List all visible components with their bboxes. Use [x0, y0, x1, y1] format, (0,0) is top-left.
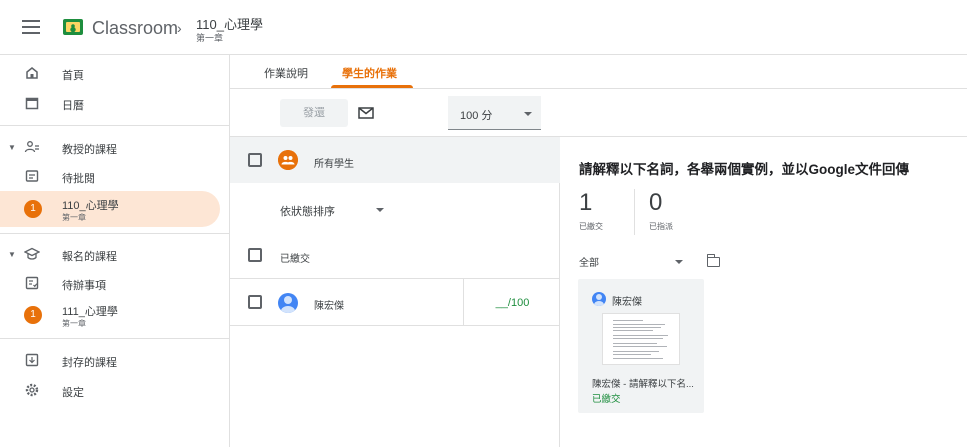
student-grade[interactable]: __/100	[464, 297, 561, 309]
classroom-logo-icon[interactable]	[63, 19, 83, 35]
chevron-down-icon[interactable]	[675, 260, 683, 264]
document-thumbnail[interactable]	[602, 313, 680, 365]
sidebar-item-course-111[interactable]: 1 111_心理學 第一章	[0, 297, 220, 333]
sort-by-status-dropdown[interactable]: 依狀態排序	[280, 203, 335, 219]
sidebar-item-to-review[interactable]: 待批閱	[0, 161, 220, 191]
sidebar-archived-label: 封存的課程	[62, 357, 117, 369]
sidebar-todo-label: 待辦事項	[62, 280, 106, 292]
tab-student-work[interactable]: 學生的作業	[342, 65, 397, 81]
sidebar-home-label: 首頁	[62, 70, 84, 82]
all-students-row[interactable]: 所有學生	[230, 137, 560, 183]
sidebar-item-settings[interactable]: 設定	[0, 375, 220, 405]
archive-icon	[25, 353, 39, 367]
card-status: 已繳交	[592, 394, 621, 405]
sidebar-item-calendar[interactable]: 日曆	[0, 88, 220, 118]
email-icon[interactable]	[356, 103, 376, 123]
sidebar-enrolled-label: 報名的課程	[62, 251, 117, 263]
student-row[interactable]: 陳宏傑 __/100	[230, 279, 560, 326]
active-tab-indicator	[331, 85, 413, 88]
todo-list-icon	[25, 276, 39, 290]
gear-icon	[25, 383, 39, 397]
stat-divider	[634, 189, 635, 235]
select-all-checkbox[interactable]	[248, 153, 262, 167]
card-student-name: 陳宏傑	[612, 297, 642, 308]
sidebar-item-home[interactable]: 首頁	[0, 58, 220, 88]
main-menu-icon[interactable]	[22, 20, 40, 34]
all-students-label: 所有學生	[314, 159, 354, 170]
tab-bar: 作業說明 學生的作業	[230, 55, 967, 89]
grade-cell[interactable]: __/100	[463, 279, 560, 325]
folder-icon[interactable]	[706, 254, 720, 267]
sidebar-to-review-label: 待批閱	[62, 173, 95, 185]
calendar-icon	[25, 97, 39, 110]
sidebar-course-title: 111_心理學	[62, 306, 118, 318]
people-icon	[24, 141, 39, 153]
assignment-title: 請解釋以下名詞，各舉兩個實例，並以Google文件回傳	[579, 162, 909, 177]
sidebar-item-archived[interactable]: 封存的課程	[0, 345, 220, 375]
sidebar-item-course-110[interactable]: 1 110_心理學 第一章	[0, 191, 220, 227]
sidebar-divider	[0, 125, 229, 126]
sidebar-course-title: 110_心理學	[62, 200, 119, 212]
sidebar-divider	[0, 338, 229, 339]
sidebar-course-subtitle: 第一章	[62, 319, 86, 328]
student-name: 陳宏傑	[314, 301, 344, 312]
section-turned-in-row: 已繳交	[230, 231, 560, 279]
brand-name[interactable]: Classroom	[92, 18, 178, 39]
sidebar-settings-label: 設定	[62, 387, 84, 399]
sort-row: 依狀態排序	[230, 183, 560, 231]
review-folder-icon	[25, 170, 39, 182]
tab-instructions[interactable]: 作業說明	[264, 65, 308, 81]
assigned-count: 0	[649, 189, 663, 216]
chevron-down-icon[interactable]	[376, 208, 384, 212]
sidebar-item-todo[interactable]: 待辦事項	[0, 268, 220, 298]
breadcrumb-separator: ›	[177, 20, 182, 36]
chevron-down-icon	[524, 112, 532, 116]
sidebar-divider	[0, 233, 229, 234]
sidebar-item-enrolled[interactable]: ▼ 報名的課程	[0, 239, 220, 269]
student-list: 所有學生 依狀態排序 已繳交 陳宏傑 __/100	[230, 137, 560, 447]
return-button[interactable]: 發還	[280, 99, 348, 127]
points-value: 100 分	[460, 110, 493, 122]
student-avatar	[592, 292, 606, 306]
sidebar-item-teaching[interactable]: ▼ 教授的課程	[0, 132, 220, 162]
section-checkbox[interactable]	[248, 248, 262, 262]
sidebar-teaching-label: 教授的課程	[62, 144, 117, 156]
assignment-detail-panel: 請解釋以下名詞，各舉兩個實例，並以Google文件回傳 1 已繳交 0 已指派 …	[561, 137, 967, 447]
group-icon	[278, 150, 298, 170]
student-checkbox[interactable]	[248, 295, 262, 309]
turned-in-label: 已繳交	[579, 222, 603, 231]
sidebar: 首頁 日曆 ▼ 教授的課程 待批閱 1 110_心理學 第一章 ▼ 報名的課程 …	[0, 55, 230, 447]
collapse-caret-icon[interactable]: ▼	[8, 143, 16, 152]
sidebar-course-subtitle: 第一章	[62, 213, 86, 222]
submission-card[interactable]: 陳宏傑 陳宏傑 - 請解釋以下名... 已繳交	[578, 279, 704, 413]
course-avatar: 1	[24, 200, 42, 218]
grading-toolbar: 發還 100 分	[230, 89, 967, 137]
turned-in-count: 1	[579, 189, 593, 216]
home-icon	[26, 67, 38, 79]
course-avatar: 1	[24, 306, 42, 324]
app-header: Classroom › 110_心理學 第一章	[0, 0, 967, 55]
breadcrumb-course-subtitle: 第一章	[196, 33, 224, 43]
card-file-name: 陳宏傑 - 請解釋以下名...	[592, 379, 694, 390]
collapse-caret-icon[interactable]: ▼	[8, 250, 16, 259]
sidebar-calendar-label: 日曆	[62, 100, 84, 112]
student-avatar	[278, 293, 298, 313]
filter-dropdown[interactable]: 全部	[579, 254, 599, 269]
assigned-label: 已指派	[649, 222, 673, 231]
graduation-cap-icon	[24, 247, 40, 260]
points-select[interactable]: 100 分	[448, 96, 541, 130]
section-turned-in-label: 已繳交	[280, 254, 310, 265]
